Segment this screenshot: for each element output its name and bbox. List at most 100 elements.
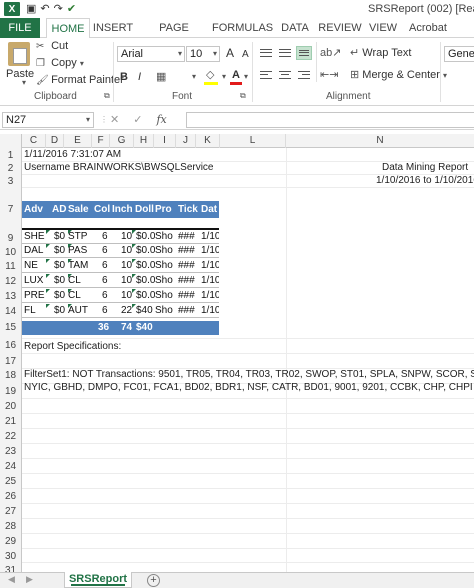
- copy-dropdown-icon[interactable]: ▾: [80, 59, 84, 68]
- merge-dropdown-icon[interactable]: ▾: [443, 71, 447, 80]
- row-header[interactable]: 9: [0, 233, 21, 245]
- table-header-pro[interactable]: Pro: [155, 201, 177, 218]
- orientation-icon[interactable]: ab↗: [320, 46, 341, 60]
- table-cell[interactable]: 1/10: [201, 244, 219, 258]
- column-header[interactable]: H: [134, 134, 154, 148]
- row-header[interactable]: 19: [0, 386, 21, 398]
- error-indicator-icon[interactable]: [132, 274, 136, 278]
- tab-file[interactable]: FILE: [0, 18, 40, 38]
- table-cell[interactable]: Sho: [155, 289, 177, 303]
- table-header-tick[interactable]: Tick: [178, 201, 198, 218]
- table-cell[interactable]: $40: [136, 304, 155, 318]
- table-cell[interactable]: ###: [178, 274, 198, 288]
- error-indicator-icon[interactable]: [132, 259, 136, 263]
- table-cell[interactable]: $0: [54, 244, 68, 258]
- row-header[interactable]: 2: [0, 163, 21, 175]
- table-cell[interactable]: 1/10: [201, 230, 219, 244]
- error-indicator-icon[interactable]: [68, 274, 72, 278]
- table-cell[interactable]: 6: [102, 244, 112, 258]
- grow-font-button[interactable]: A: [226, 46, 234, 60]
- row-header[interactable]: 1: [0, 150, 21, 162]
- column-header[interactable]: C: [22, 134, 46, 148]
- table-cell[interactable]: NE: [24, 259, 46, 273]
- table-cell[interactable]: ###: [178, 289, 198, 303]
- error-indicator-icon[interactable]: [68, 230, 72, 234]
- error-indicator-icon[interactable]: [68, 304, 72, 308]
- table-cell[interactable]: DAL: [24, 244, 46, 258]
- table-cell[interactable]: ###: [178, 244, 198, 258]
- tab-view[interactable]: VIEW: [368, 18, 398, 38]
- cell-filterset-line1[interactable]: FilterSet1: NOT Transactions: 9501, TR05…: [24, 369, 474, 381]
- clipboard-launcher-icon[interactable]: ⧉: [104, 91, 110, 101]
- tab-home[interactable]: HOME: [46, 18, 90, 39]
- row-header[interactable]: 21: [0, 416, 21, 428]
- font-color-button[interactable]: A: [232, 68, 240, 82]
- total-col[interactable]: 36: [98, 321, 112, 335]
- row-header[interactable]: 23: [0, 446, 21, 458]
- error-indicator-icon[interactable]: [46, 259, 50, 263]
- enter-icon[interactable]: ✓: [133, 113, 142, 126]
- scroll-right-icon[interactable]: ▶: [26, 574, 33, 585]
- row-header[interactable]: 27: [0, 506, 21, 518]
- table-header-sale[interactable]: Sale: [68, 201, 94, 218]
- row-header[interactable]: 18: [0, 370, 21, 382]
- table-cell[interactable]: ###: [178, 230, 198, 244]
- row-header[interactable]: 11: [0, 261, 21, 273]
- fill-color-icon[interactable]: ◇: [206, 68, 214, 82]
- error-indicator-icon[interactable]: [46, 304, 50, 308]
- tab-insert[interactable]: INSERT: [92, 18, 134, 38]
- font-color-dropdown-icon[interactable]: ▾: [244, 70, 248, 84]
- table-header-adv[interactable]: Adv: [24, 201, 46, 218]
- table-cell[interactable]: 6: [102, 230, 112, 244]
- align-center-icon[interactable]: [277, 68, 293, 82]
- column-header[interactable]: D: [46, 134, 64, 148]
- table-header-col[interactable]: Col: [94, 201, 112, 218]
- row-header[interactable]: 30: [0, 551, 21, 563]
- cell-date-range[interactable]: 1/10/2016 to 1/10/2016: [376, 175, 474, 187]
- column-header[interactable]: G: [110, 134, 134, 148]
- error-indicator-icon[interactable]: [46, 289, 50, 293]
- table-cell[interactable]: Sho: [155, 259, 177, 273]
- align-left-icon[interactable]: [258, 68, 274, 82]
- add-sheet-icon[interactable]: +: [147, 574, 160, 587]
- table-cell[interactable]: 1/10: [201, 304, 219, 318]
- top-align-icon[interactable]: [258, 46, 274, 60]
- table-cell[interactable]: $0.0: [136, 259, 155, 273]
- select-all-corner[interactable]: [0, 134, 22, 148]
- cell-report-name[interactable]: Data Mining Report: [382, 162, 468, 174]
- undo-icon[interactable]: ↶: [40, 2, 49, 16]
- merge-center-button[interactable]: ⊞ Merge & Center ▾: [350, 68, 447, 83]
- table-cell[interactable]: SHE: [24, 230, 46, 244]
- middle-align-icon[interactable]: [277, 46, 293, 60]
- table-cell[interactable]: 6: [102, 304, 112, 318]
- font-size-select[interactable]: 10 ▾: [186, 46, 220, 62]
- insert-function-icon[interactable]: fx: [156, 113, 166, 126]
- row-header[interactable]: 3: [0, 176, 21, 188]
- align-right-icon[interactable]: [296, 68, 312, 82]
- row-header[interactable]: 25: [0, 476, 21, 488]
- table-cell[interactable]: 6: [102, 274, 112, 288]
- table-header-doll[interactable]: Doll: [135, 201, 155, 218]
- borders-dropdown-icon[interactable]: ▾: [192, 70, 196, 84]
- cell-timestamp[interactable]: 1/11/2016 7:31:07 AM: [24, 149, 121, 161]
- indent-icon[interactable]: ⇤⇥: [320, 68, 338, 82]
- check-icon[interactable]: ✔: [67, 2, 76, 16]
- scroll-left-icon[interactable]: ◀: [8, 574, 15, 585]
- error-indicator-icon[interactable]: [46, 230, 50, 234]
- table-cell[interactable]: PRE: [24, 289, 46, 303]
- column-header[interactable]: K: [196, 134, 220, 148]
- table-cell[interactable]: LUX: [24, 274, 46, 288]
- column-header[interactable]: E: [64, 134, 92, 148]
- error-indicator-icon[interactable]: [46, 244, 50, 248]
- table-cell[interactable]: $0: [54, 289, 68, 303]
- format-painter-button[interactable]: 🖌 Format Painter: [36, 74, 124, 86]
- error-indicator-icon[interactable]: [132, 244, 136, 248]
- row-header[interactable]: 14: [0, 306, 21, 318]
- cell-filterset-line2[interactable]: NYIC, GBHD, DMPO, FC01, FCA1, BD02, BDR1…: [24, 382, 473, 394]
- formula-input[interactable]: [186, 112, 474, 128]
- column-header[interactable]: I: [154, 134, 176, 148]
- font-name-select[interactable]: Arial ▾: [117, 46, 185, 62]
- row-header[interactable]: 28: [0, 521, 21, 533]
- number-format-select[interactable]: Genera: [444, 46, 474, 62]
- row-header[interactable]: 15: [0, 322, 21, 334]
